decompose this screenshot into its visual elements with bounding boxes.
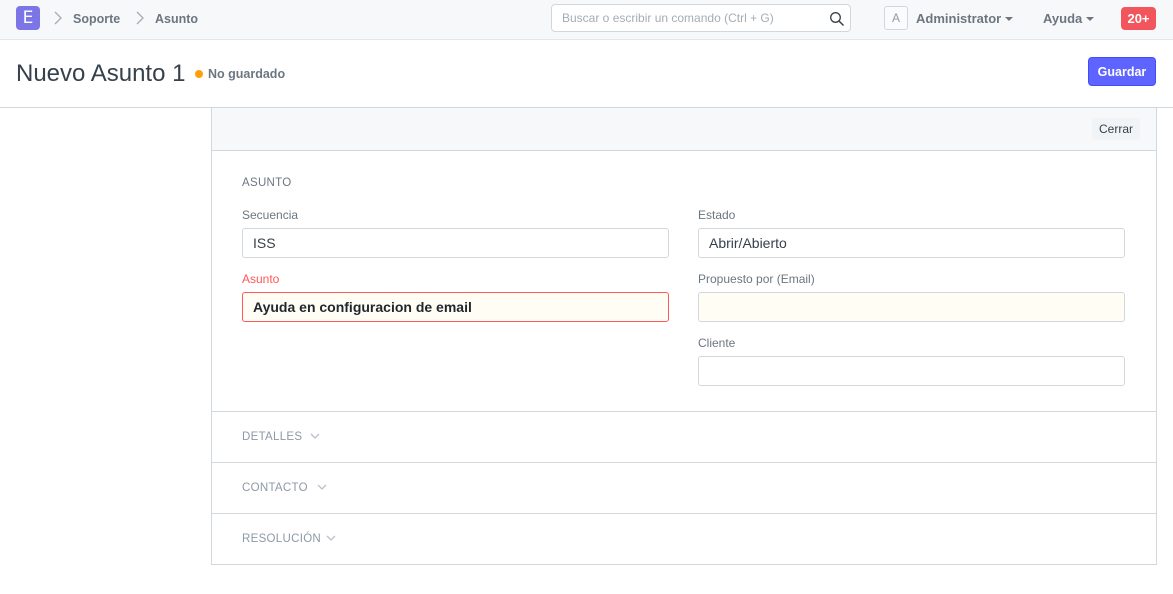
section-contacto-label: CONTACTO bbox=[242, 482, 308, 494]
chevron-down-icon bbox=[310, 433, 320, 439]
save-button[interactable]: Guardar bbox=[1088, 57, 1156, 86]
sequence-field[interactable] bbox=[242, 228, 669, 258]
search-icon[interactable] bbox=[829, 11, 845, 27]
sequence-label: Secuencia bbox=[242, 208, 299, 222]
status-select[interactable] bbox=[698, 228, 1125, 258]
caret-down-icon bbox=[1005, 16, 1014, 21]
chevron-down-icon bbox=[326, 535, 336, 541]
raised-by-label: Propuesto por (Email) bbox=[698, 272, 815, 286]
form-panel: Cerrar ASUNTO Secuencia Asunto Estado Pr… bbox=[211, 108, 1157, 565]
status-label: Estado bbox=[698, 208, 736, 222]
help-menu[interactable]: Ayuda bbox=[1043, 11, 1095, 26]
subject-label: Asunto bbox=[242, 272, 280, 286]
section-detalles-label: DETALLES bbox=[242, 431, 303, 443]
global-search bbox=[551, 4, 851, 32]
top-navbar: E Soporte Asunto A Administrator Ayuda 2… bbox=[0, 0, 1173, 40]
user-menu[interactable]: Administrator bbox=[916, 11, 1014, 26]
close-button[interactable]: Cerrar bbox=[1091, 118, 1140, 140]
section-resolucion[interactable]: RESOLUCIÓN bbox=[212, 514, 1156, 564]
status-indicator: No guardado bbox=[208, 67, 286, 81]
status-indicator-dot bbox=[195, 70, 203, 78]
breadcrumb-soporte[interactable]: Soporte bbox=[73, 12, 120, 26]
section-resolucion-label: RESOLUCIÓN bbox=[242, 533, 322, 545]
caret-down-icon bbox=[1086, 16, 1095, 21]
breadcrumb-asunto[interactable]: Asunto bbox=[155, 12, 198, 26]
help-menu-label: Ayuda bbox=[1043, 11, 1083, 26]
chevron-right-icon bbox=[54, 11, 62, 25]
page-head: Nuevo Asunto 1 No guardado Guardar bbox=[0, 40, 1173, 108]
notifications-badge[interactable]: 20+ bbox=[1121, 7, 1156, 30]
form-toolbar: Cerrar bbox=[212, 108, 1156, 151]
section-title-asunto: ASUNTO bbox=[242, 177, 292, 189]
chevron-down-icon bbox=[317, 484, 327, 490]
subject-field[interactable] bbox=[242, 292, 669, 322]
page-title: Nuevo Asunto 1 bbox=[16, 60, 186, 87]
raised-by-email-field[interactable] bbox=[698, 292, 1125, 322]
customer-field[interactable] bbox=[698, 356, 1125, 386]
user-menu-label: Administrator bbox=[916, 11, 1002, 26]
avatar[interactable]: A bbox=[884, 6, 908, 30]
section-contacto[interactable]: CONTACTO bbox=[212, 463, 1156, 513]
customer-label: Cliente bbox=[698, 336, 736, 350]
app-logo[interactable]: E bbox=[16, 6, 40, 30]
search-input[interactable] bbox=[552, 5, 822, 31]
chevron-right-icon bbox=[136, 11, 144, 25]
section-detalles[interactable]: DETALLES bbox=[212, 412, 1156, 462]
